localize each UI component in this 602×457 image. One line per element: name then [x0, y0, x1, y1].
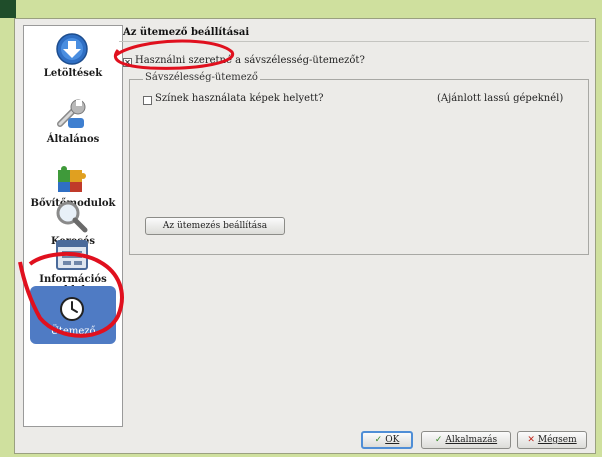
sidebar-item-label: Általános: [46, 134, 100, 145]
cross-icon: ✕: [527, 435, 535, 445]
enable-scheduler-checkbox[interactable]: ✕: [123, 58, 132, 67]
cancel-label: Mégsem: [537, 435, 577, 445]
check-icon: ✓: [374, 435, 383, 445]
top-bar: [0, 0, 602, 18]
download-icon: [56, 33, 88, 65]
sidebar-item-label: Ütemező: [50, 326, 96, 337]
enable-scheduler-label: Használni szeretné a sávszélesség-ütemez…: [135, 55, 365, 66]
title-divider: [119, 41, 589, 42]
configure-schedule-label: Az ütemezés beállítása: [162, 221, 268, 231]
apply-button[interactable]: ✓ Alkalmazás: [421, 431, 511, 449]
clock-icon: [60, 297, 84, 321]
window-icon: [56, 240, 88, 270]
sidebar-item-general[interactable]: Általános: [24, 96, 122, 160]
ok-button[interactable]: ✓ OK: [361, 431, 413, 449]
check-icon: ✓: [434, 435, 443, 445]
use-colors-hint: (Ajánlott lassú gépeknél): [437, 93, 564, 104]
ok-label: OK: [385, 435, 400, 445]
apply-label: Alkalmazás: [445, 435, 498, 445]
use-colors-label: Színek használata képek helyett?: [155, 93, 324, 104]
sidebar-item-downloads[interactable]: Letöltések: [24, 30, 122, 94]
category-sidebar: Letöltések Általános Információs Ütemező: [23, 25, 123, 427]
sidebar-item-scheduler[interactable]: Ütemező: [24, 286, 122, 352]
cancel-button[interactable]: ✕ Mégsem: [517, 431, 587, 449]
sidebar-item-label: Letöltések: [43, 68, 103, 79]
magnifier-icon: [56, 201, 88, 233]
window-corner: [0, 0, 16, 18]
wrench-icon: [57, 99, 86, 128]
panel-title: Az ütemező beállításai: [123, 27, 250, 38]
configure-schedule-button[interactable]: Az ütemezés beállítása: [145, 217, 285, 235]
settings-dialog: Letöltések Általános Információs Ütemező…: [14, 18, 596, 454]
group-legend: Sávszélesség-ütemező: [143, 72, 260, 83]
use-colors-checkbox[interactable]: [143, 96, 152, 105]
puzzle-icon: [58, 166, 86, 192]
window-frame: Letöltések Általános Információs Ütemező…: [0, 0, 602, 457]
